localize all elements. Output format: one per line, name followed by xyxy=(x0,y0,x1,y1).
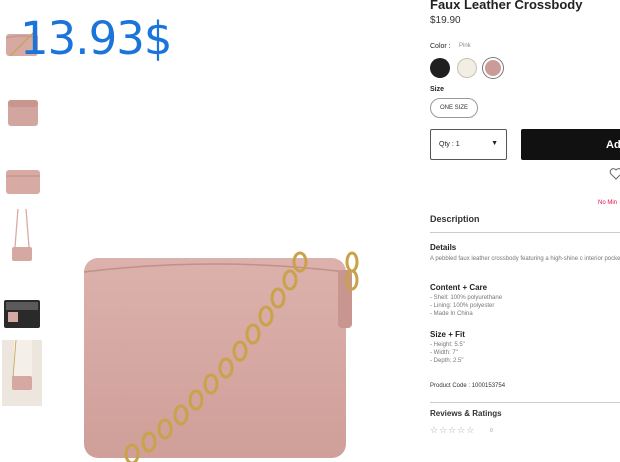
color-swatch-black[interactable] xyxy=(430,58,450,78)
thumbnail-model[interactable] xyxy=(2,339,42,406)
main-product-image[interactable] xyxy=(60,222,370,462)
details-title: Details xyxy=(430,243,457,252)
size-label: Size xyxy=(430,86,445,93)
size-fit-list: - Height: 5.5" - Width: 7" - Depth: 2.5" xyxy=(430,341,465,365)
thumbnail-bag-interior[interactable] xyxy=(2,290,42,340)
reviews-heading: Reviews & Ratings xyxy=(430,409,502,418)
size-fit-title: Size + Fit xyxy=(430,330,465,339)
color-label: Color : xyxy=(430,43,451,50)
price-overlay: 13.93$ xyxy=(20,12,172,65)
dropdown-arrow-icon: ▼ xyxy=(491,140,498,147)
rating-stars[interactable]: ☆☆☆☆☆ xyxy=(430,425,475,436)
add-to-bag-button[interactable]: Ad xyxy=(521,129,620,160)
color-swatch-cream[interactable] xyxy=(457,58,477,78)
fit-line: - Height: 5.5" xyxy=(430,342,465,348)
heart-icon[interactable] xyxy=(609,167,620,181)
product-title: Faux Leather Crossbody xyxy=(430,0,583,12)
product-code: Product Code : 1000153754 xyxy=(430,383,506,389)
quantity-select-label: Qty : 1 xyxy=(439,141,460,148)
content-line: - Made In China xyxy=(430,311,473,317)
review-count: 0 xyxy=(490,428,493,434)
divider xyxy=(430,232,620,233)
size-option-one-size[interactable]: ONE SIZE xyxy=(430,98,478,118)
content-line: - Shell: 100% polyurethane xyxy=(430,295,503,301)
thumbnail-list xyxy=(0,0,48,462)
quantity-select[interactable]: Qty : 1 ▼ xyxy=(430,129,507,160)
shipping-notice: No Min xyxy=(598,200,618,206)
divider xyxy=(430,402,620,403)
fit-line: - Width: 7" xyxy=(430,350,458,356)
color-swatch-pink[interactable] xyxy=(483,58,503,78)
thumbnail-bag-strap[interactable] xyxy=(2,207,42,265)
content-line: - Lining: 100% polyester xyxy=(430,303,495,309)
thumbnail-bag-back[interactable] xyxy=(2,160,42,200)
product-price: $19.90 xyxy=(430,15,461,26)
color-value: Pink xyxy=(459,43,471,49)
fit-line: - Depth: 2.5" xyxy=(430,358,464,364)
content-care-title: Content + Care xyxy=(430,283,488,292)
description-heading: Description xyxy=(430,214,480,224)
thumbnail-bag-side[interactable] xyxy=(2,92,42,132)
content-care-list: - Shell: 100% polyurethane - Lining: 100… xyxy=(430,294,502,318)
details-text: A pebbled faux leather crossbody featuri… xyxy=(430,256,620,262)
product-info-panel: Faux Leather Crossbody $19.90 Color : Pi… xyxy=(430,0,620,462)
